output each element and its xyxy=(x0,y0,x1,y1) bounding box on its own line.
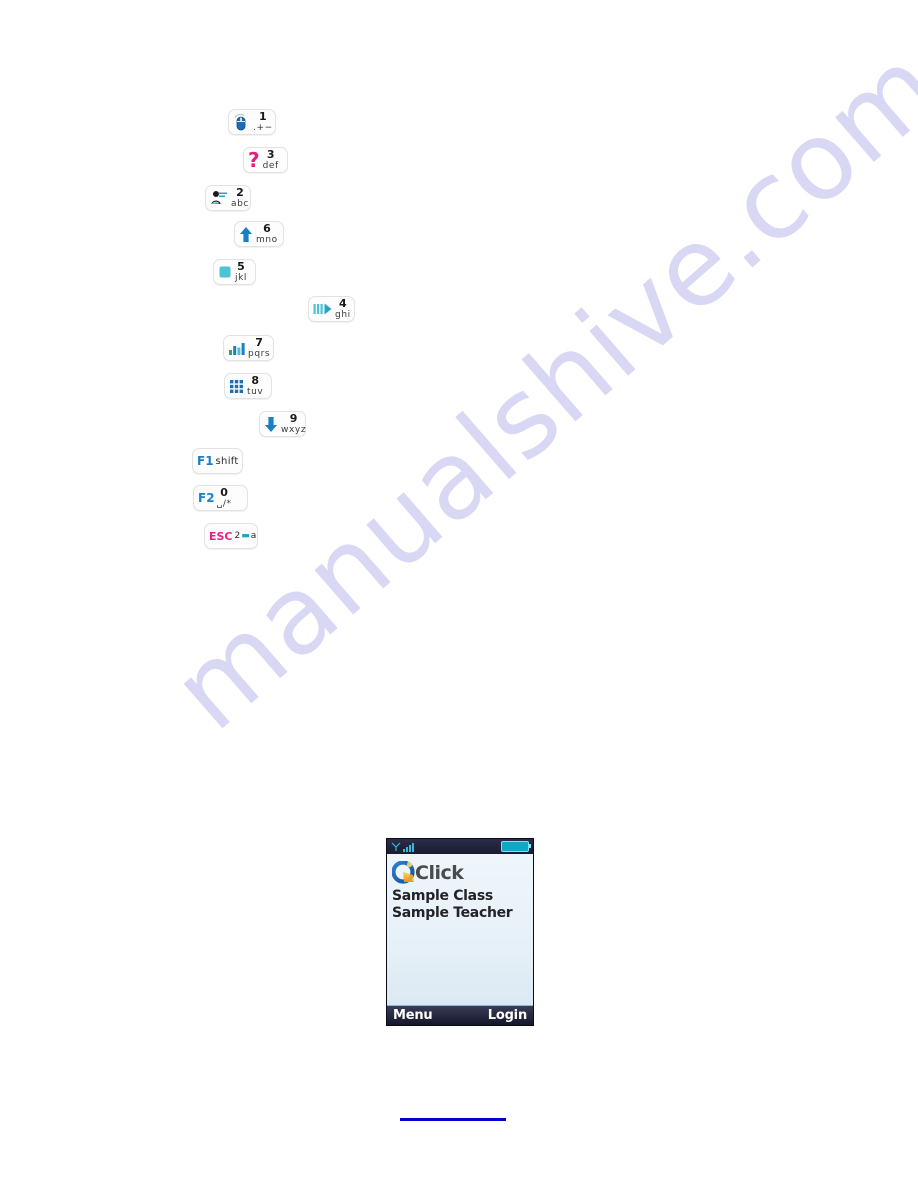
keycap-4-sub: ghi xyxy=(335,309,351,320)
keycap-8[interactable]: 8 tuv xyxy=(224,373,272,399)
arrow-up-icon xyxy=(239,226,253,243)
keycap-4[interactable]: 4 ghi xyxy=(308,296,355,322)
keycap-9-sub: wxyz xyxy=(281,424,307,435)
keycap-1[interactable]: 1 .+− xyxy=(228,109,276,135)
keycap-1-sub: .+− xyxy=(253,122,273,133)
keycap-f1-word: shift xyxy=(215,455,239,467)
keycap-f2-labels: 0 ␣/* xyxy=(216,485,232,509)
keycap-5[interactable]: 5 jkl xyxy=(213,259,256,285)
keycap-9-number: 9 xyxy=(289,411,298,425)
soft-key-menu[interactable]: Menu xyxy=(393,1008,433,1023)
person-message-icon xyxy=(210,190,228,206)
keycap-3[interactable]: ? 3 def xyxy=(243,147,288,173)
signal-bars-icon xyxy=(391,842,414,852)
keycap-f2-number: 0 xyxy=(220,485,228,499)
arrow-down-icon xyxy=(264,416,278,433)
keycap-6-number: 6 xyxy=(263,221,271,235)
keycap-7-labels: 7 pqrs xyxy=(248,335,271,359)
device-line-teacher: Sample Teacher xyxy=(392,905,513,921)
keycap-f1-shift[interactable]: F1 shift xyxy=(192,448,243,474)
keycap-esc-tail: 2 ▬ a xyxy=(235,531,257,541)
keycap-5-number: 5 xyxy=(237,259,245,273)
keycap-8-number: 8 xyxy=(251,373,259,387)
square-icon xyxy=(218,265,232,279)
keycap-1-number: 1 xyxy=(259,109,267,123)
keycap-8-labels: 8 tuv xyxy=(247,373,264,397)
device-screen: Click Sample Class Sample Teacher Menu L… xyxy=(386,838,534,1026)
keycap-5-sub: jkl xyxy=(235,272,248,283)
keycap-f2-zero[interactable]: F2 0 ␣/* xyxy=(193,485,248,511)
right-arrow-icon: ▬ xyxy=(241,531,250,541)
device-line-class: Sample Class xyxy=(392,888,493,904)
keycap-esc-label: ESC xyxy=(209,529,233,543)
keycap-esc[interactable]: ESC 2 ▬ a xyxy=(204,523,258,549)
qclick-logo: Click xyxy=(391,860,528,886)
keycap-3-sub: def xyxy=(262,160,279,171)
play-next-icon xyxy=(313,302,332,316)
qclick-logo-word: Click xyxy=(415,862,464,884)
mouse-icon xyxy=(233,113,250,131)
keycap-4-number: 4 xyxy=(339,296,347,310)
keycap-3-number: 3 xyxy=(266,147,275,161)
keycap-9[interactable]: 9 wxyz xyxy=(259,411,306,437)
battery-full-icon xyxy=(501,841,531,852)
keycap-7-number: 7 xyxy=(255,335,263,349)
keycap-8-sub: tuv xyxy=(247,386,264,397)
keycap-2-labels: 2 abc xyxy=(231,185,249,209)
keycap-esc-tail-left: 2 xyxy=(234,531,241,541)
question-mark-icon: ? xyxy=(248,148,260,172)
keycap-4-labels: 4 ghi xyxy=(335,296,351,320)
device-screen-body: Click Sample Class Sample Teacher xyxy=(387,854,533,1005)
keycap-f2-sub: ␣/* xyxy=(216,498,232,509)
keycap-6-sub: mno xyxy=(256,234,278,245)
keycap-6[interactable]: 6 mno xyxy=(234,221,284,247)
keycap-6-labels: 6 mno xyxy=(256,221,278,245)
keycap-7[interactable]: 7 pqrs xyxy=(223,335,274,361)
keycap-2[interactable]: 2 abc xyxy=(205,185,251,211)
keycap-2-number: 2 xyxy=(236,185,244,199)
footer-link-underline[interactable] xyxy=(400,1118,506,1121)
manual-page: manualshive.com 1 .+− ? 3 def 2 abc 6 mn… xyxy=(0,0,918,1188)
keycap-7-sub: pqrs xyxy=(248,348,271,359)
device-status-bar xyxy=(387,839,533,854)
keycap-2-sub: abc xyxy=(231,198,249,209)
keycap-5-labels: 5 jkl xyxy=(235,259,248,283)
bar-chart-icon xyxy=(228,341,245,356)
keycap-f2-label: F2 xyxy=(198,491,215,505)
device-soft-key-bar: Menu Login xyxy=(387,1005,533,1025)
keycap-1-labels: 1 .+− xyxy=(253,109,273,133)
grid-icon xyxy=(229,379,244,394)
soft-key-login[interactable]: Login xyxy=(488,1008,527,1023)
keycap-f1-label: F1 xyxy=(197,454,214,468)
keycap-esc-tail-right: a xyxy=(250,531,257,541)
keycap-3-labels: 3 def xyxy=(262,147,279,171)
keycap-9-labels: 9 wxyz xyxy=(281,411,307,435)
